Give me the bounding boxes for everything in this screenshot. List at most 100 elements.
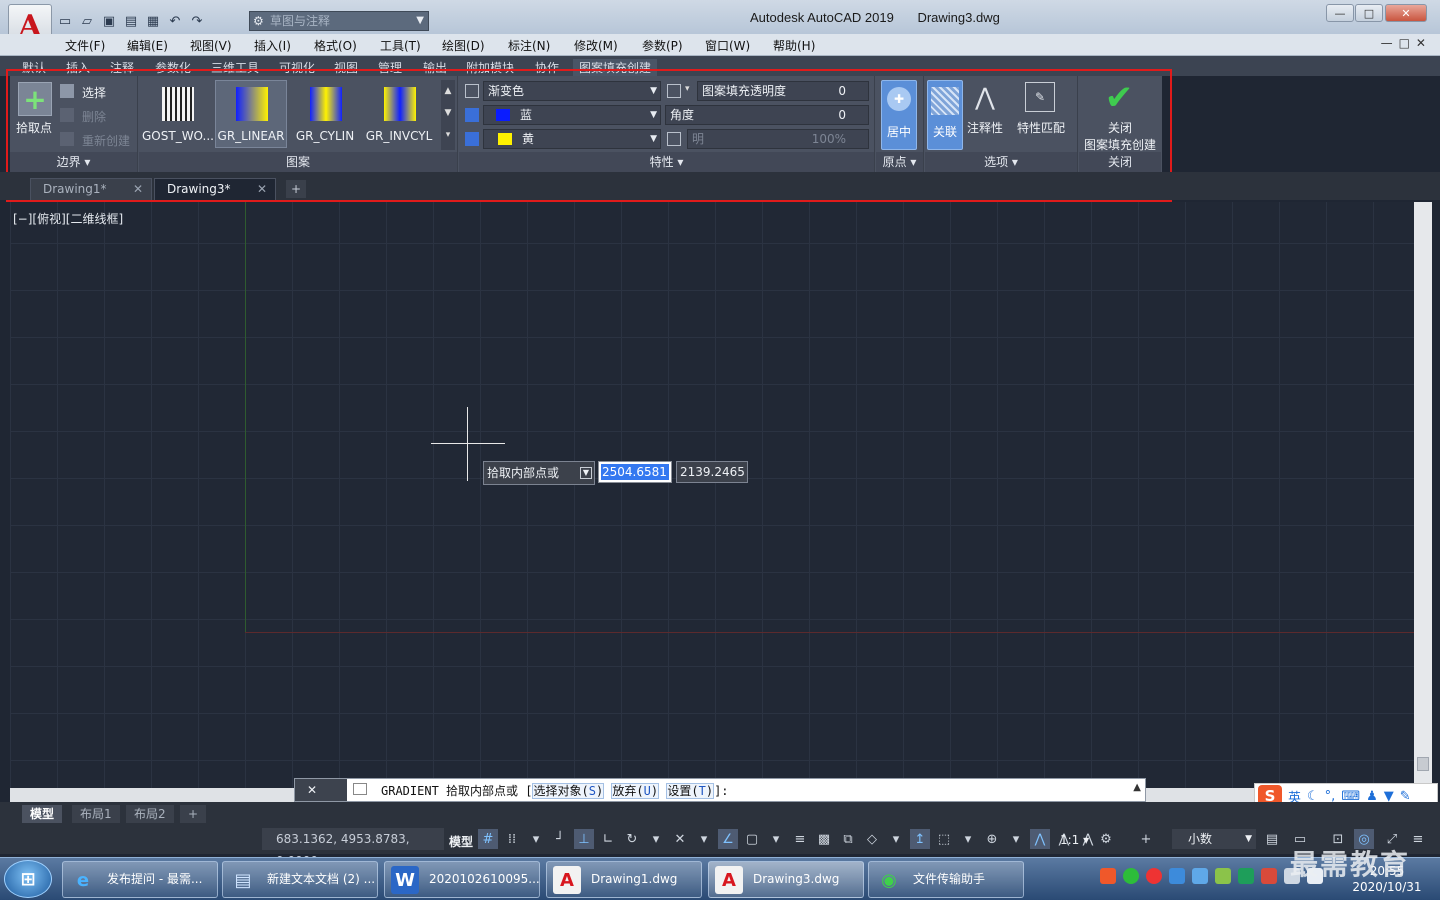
close-icon[interactable]: ✕ xyxy=(133,179,143,199)
sogou-tray-icon[interactable] xyxy=(1100,868,1116,884)
close-button[interactable]: ✕ xyxy=(1385,4,1427,22)
tab-parametric[interactable]: 参数化 xyxy=(155,59,191,76)
select-button[interactable]: 选择 xyxy=(82,84,106,101)
taskbar-item-ie[interactable]: e 发布提问 - 最需... xyxy=(62,861,218,898)
infer-constraints-icon[interactable]: ┘ xyxy=(550,829,570,849)
associative-button[interactable]: 关联 xyxy=(927,80,963,150)
chevron-down-icon[interactable]: ▾ xyxy=(958,829,978,849)
taskbar-item-wechat[interactable]: ◉ 文件传输助手 xyxy=(868,861,1024,898)
menu-draw[interactable]: 绘图(D) xyxy=(442,37,485,54)
tab-model[interactable]: 模型 xyxy=(22,805,63,823)
ortho-icon[interactable]: ∟ xyxy=(598,829,618,849)
start-button[interactable]: ⊞ xyxy=(4,860,52,898)
tab-layout1[interactable]: 布局1 xyxy=(72,805,120,823)
file-tab-drawing1[interactable]: Drawing1* ✕ xyxy=(30,178,152,200)
object-snap-tracking-icon[interactable]: ∠ xyxy=(718,829,738,849)
match-properties-button[interactable]: 特性匹配 xyxy=(1017,119,1065,136)
leaf-icon[interactable] xyxy=(1215,868,1231,884)
tab-default[interactable]: 默认 xyxy=(22,59,46,76)
taskbar-item-drawing1[interactable]: A Drawing1.dwg xyxy=(546,861,702,898)
menu-tools[interactable]: 工具(T) xyxy=(380,37,421,54)
save-icon[interactable]: ▣ xyxy=(100,13,118,29)
new-tab-button[interactable]: + xyxy=(286,180,306,198)
tab-collaborate[interactable]: 协作 xyxy=(535,59,559,76)
menu-parametric[interactable]: 参数(P) xyxy=(642,37,683,54)
tab-manage[interactable]: 管理 xyxy=(378,59,402,76)
gizmo-icon[interactable]: ⊕ xyxy=(982,829,1002,849)
dynamic-input-x[interactable]: 2504.6581 xyxy=(598,461,672,483)
object-snap-icon[interactable]: ▢ xyxy=(742,829,762,849)
transparency-icon[interactable]: ▩ xyxy=(814,829,834,849)
workspace-dropdown[interactable]: ⚙ 草图与注释 ▼ xyxy=(249,11,429,31)
pattern-gr-cylin[interactable]: GR_CYLIN xyxy=(289,80,361,148)
cube-icon[interactable] xyxy=(1192,868,1208,884)
option-undo[interactable]: 放弃(U) xyxy=(611,783,660,799)
minimize-button[interactable]: — xyxy=(1326,4,1354,22)
menu-view[interactable]: 视图(V) xyxy=(190,37,232,54)
weibo-tray-icon[interactable] xyxy=(1146,868,1162,884)
chevron-down-icon[interactable]: ▾ xyxy=(886,829,906,849)
units-dropdown[interactable]: 小数 ▼ xyxy=(1172,829,1256,849)
drawing-canvas[interactable]: [−][俯视][二维线框] 拾取内部点或 ▼ 2504.6581 2139.24… xyxy=(10,202,1414,788)
grid-icon[interactable]: # xyxy=(478,829,498,849)
dynamic-input-icon[interactable]: ⊥ xyxy=(574,829,594,849)
recreate-button[interactable]: 重新创建 xyxy=(82,132,130,149)
polar-tracking-icon[interactable]: ↻ xyxy=(622,829,642,849)
menu-dimension[interactable]: 标注(N) xyxy=(508,37,550,54)
taskbar-item-word[interactable]: W 2020102610095... xyxy=(384,861,540,898)
add-layout-button[interactable]: + xyxy=(180,805,207,823)
gradient-color2-dropdown[interactable]: 黄 ▼ xyxy=(483,129,661,149)
shield-icon[interactable] xyxy=(1169,868,1185,884)
customization-menu-icon[interactable]: ≡ xyxy=(1408,829,1428,849)
command-line[interactable]: ✕🔧 GRADIENT 拾取内部点或 [选择对象(S) 放弃(U) 设置(T)]… xyxy=(294,778,1146,819)
pattern-gr-invcyl[interactable]: GR_INVCYL xyxy=(363,80,435,148)
command-line-controls[interactable]: ✕🔧 xyxy=(295,779,347,819)
selection-filter-icon[interactable]: ⬚ xyxy=(934,829,954,849)
tab-annotate[interactable]: 注释 xyxy=(110,59,134,76)
plus-icon[interactable]: + xyxy=(1136,829,1156,849)
transparency-slider[interactable]: 图案填充透明度 0 xyxy=(697,81,869,101)
annotation-visibility-icon[interactable]: ⋀ xyxy=(1030,829,1050,849)
viewport-controls[interactable]: [−][俯视][二维线框] xyxy=(13,210,123,227)
new-icon[interactable]: ▭ xyxy=(56,13,74,29)
chevron-down-icon[interactable]: ▾ xyxy=(526,829,546,849)
isodraft-icon[interactable]: ✕ xyxy=(670,829,690,849)
lineweight-icon[interactable]: ≡ xyxy=(790,829,810,849)
document-window-controls[interactable]: —□✕ xyxy=(1381,36,1432,50)
menu-window[interactable]: 窗口(W) xyxy=(705,37,750,54)
cursor-coordinates[interactable]: 683.1362, 4953.8783, 0.0000 xyxy=(262,828,444,868)
boundary-panel-title[interactable]: 边界 ▾ xyxy=(10,152,137,172)
3d-osnap-icon[interactable]: ◇ xyxy=(862,829,882,849)
option-settings[interactable]: 设置(T) xyxy=(666,783,715,799)
remove-button[interactable]: 删除 xyxy=(82,108,106,125)
annotative-button[interactable]: 注释性 xyxy=(967,119,1003,136)
nvidia-icon[interactable] xyxy=(1238,868,1254,884)
chevron-down-icon[interactable]: ▾ xyxy=(766,829,786,849)
tab-layout2[interactable]: 布局2 xyxy=(126,805,174,823)
tab-addins[interactable]: 附加模块 xyxy=(466,59,514,76)
chevron-up-icon[interactable]: ▲ xyxy=(1133,782,1141,793)
maximize-button[interactable]: □ xyxy=(1355,4,1383,22)
vertical-scrollbar[interactable] xyxy=(1414,202,1432,788)
command-icon[interactable] xyxy=(353,783,367,795)
dynamic-input-y[interactable]: 2139.2465 xyxy=(676,461,748,483)
menu-edit[interactable]: 编辑(E) xyxy=(127,37,168,54)
menu-modify[interactable]: 修改(M) xyxy=(574,37,618,54)
print-icon[interactable]: ▦ xyxy=(144,13,162,29)
chevron-down-icon[interactable]: ▾ xyxy=(694,829,714,849)
selection-cycling-icon[interactable]: ⧉ xyxy=(838,829,858,849)
menu-format[interactable]: 格式(O) xyxy=(314,37,357,54)
redo-icon[interactable]: ↷ xyxy=(188,13,206,29)
annotation-scale-dropdown[interactable]: 1:1 ▾ xyxy=(1060,833,1089,847)
chevron-down-icon[interactable]: ▾ xyxy=(646,829,666,849)
option-select-objects[interactable]: 选择对象(S) xyxy=(532,783,605,799)
tab-view[interactable]: 视图 xyxy=(334,59,358,76)
chevron-down-icon[interactable]: ▾ xyxy=(1006,829,1026,849)
app-tray-icon[interactable] xyxy=(1261,868,1277,884)
chevron-down-icon[interactable]: ▾ xyxy=(685,84,690,94)
origin-panel-title[interactable]: 原点 ▾ xyxy=(876,152,923,172)
gradient-color1-dropdown[interactable]: 蓝 ▼ xyxy=(483,105,661,125)
arrow-down-icon[interactable]: ▼ xyxy=(580,467,592,479)
snap-icon[interactable]: ⁞⁞ xyxy=(502,829,522,849)
pattern-gallery-scroll[interactable]: ▲ ▼ ▾ xyxy=(441,80,455,150)
